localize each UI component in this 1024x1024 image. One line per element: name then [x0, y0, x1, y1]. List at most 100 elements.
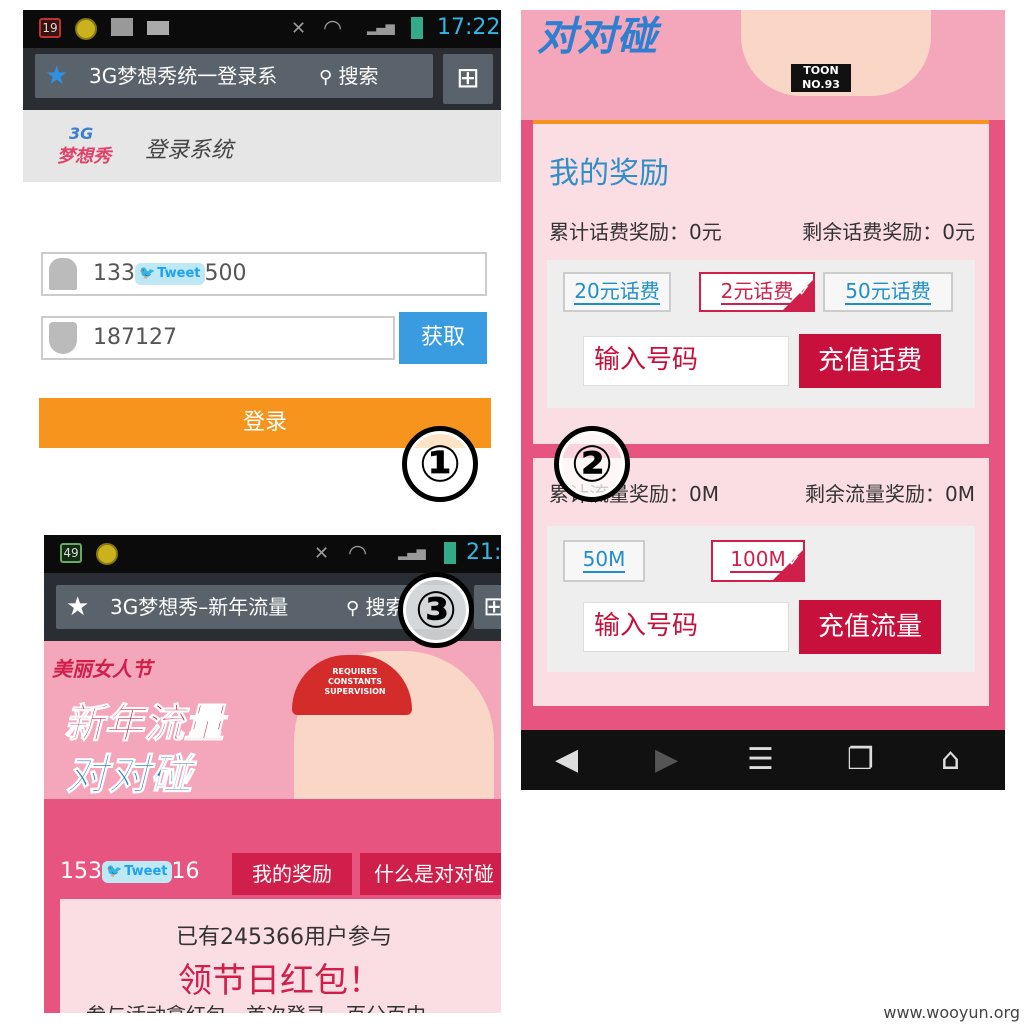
back-icon[interactable]: ◀	[555, 742, 578, 777]
twitter-bird-icon: 🐦	[139, 266, 156, 281]
bookmark-star-icon[interactable]: ★	[45, 54, 68, 98]
tab-what-is[interactable]: 什么是对对碰	[360, 853, 501, 895]
shield-icon	[49, 322, 77, 354]
tweet-badge[interactable]: 🐦 Tweet	[135, 263, 205, 285]
cap-text: REQUIRES CONSTANTS SUPERVISION	[324, 667, 386, 696]
windows-icon[interactable]: ❐	[847, 742, 874, 777]
mail-icon	[147, 21, 169, 35]
panel-login: 19 ✕ ◠ ▂▄▆ 17:22 ★ 3G梦想秀统一登录系 ⚲ 搜索 ⊞ 3G …	[23, 10, 501, 450]
page-title: 3G梦想秀统一登录系	[89, 64, 278, 88]
tweet-label: Tweet	[157, 266, 201, 281]
login-header: 3G 梦想秀 登录系统	[23, 110, 501, 182]
address-bar: ★ 3G梦想秀统一登录系 ⚲ 搜索 ⊞	[23, 48, 501, 110]
phone-prefix: 153	[60, 859, 102, 884]
wifi-icon: ◠	[323, 15, 343, 41]
header-title: 登录系统	[145, 138, 234, 163]
campaign-card: 已有245366用户参与 领节日红包！ 参与活动拿红包，首次登录，百分百中	[60, 899, 501, 1013]
forward-icon[interactable]: ▶	[655, 742, 678, 777]
code-value: 187127	[93, 325, 177, 350]
tabs-grid-button[interactable]: ⊞	[443, 54, 493, 104]
banner-line3: 对对碰	[65, 750, 193, 800]
search-icon: ⚲	[319, 67, 333, 88]
data-remaining: 剩余流量奖励：0M	[805, 482, 975, 506]
data-options-box: 50M 100M ✓ 输入号码 充值流量	[547, 526, 975, 672]
section-title: 我的奖励	[549, 156, 669, 191]
logo: 3G 梦想秀	[47, 120, 137, 170]
option-2-yuan[interactable]: 2元话费 ✓	[699, 272, 815, 312]
page-title: 3G梦想秀–新年流量	[110, 595, 289, 619]
search-label: 搜索	[338, 64, 379, 88]
option-50m[interactable]: 50M	[563, 540, 645, 582]
home-icon[interactable]: ⌂	[941, 742, 960, 777]
banner-line1: 美丽女人节	[52, 657, 152, 681]
phone-number-input[interactable]: 输入号码	[583, 336, 789, 386]
notification-badge-icon: 19	[39, 18, 61, 38]
phone-prefix: 133	[93, 261, 135, 286]
search-button[interactable]: ⚲ 搜索	[319, 54, 379, 100]
bookmark-star-icon[interactable]: ★	[66, 585, 89, 629]
mute-icon: ✕	[314, 542, 330, 564]
phone-suffix: 500	[204, 261, 247, 286]
check-icon: ✓	[787, 551, 801, 570]
check-icon: ✓	[797, 281, 811, 300]
image-icon	[111, 18, 133, 36]
marker-2: ②	[554, 426, 630, 502]
wifi-icon: ◠	[348, 540, 368, 566]
user-row: 153 🐦 Tweet 16 我的奖励 什么是对对碰	[44, 851, 501, 897]
headline: 领节日红包！	[178, 961, 382, 1001]
tweet-label: Tweet	[124, 864, 168, 879]
notification-badge-icon: 49	[60, 543, 82, 563]
marker-3: ③	[398, 572, 474, 648]
option-label: 50M	[582, 547, 626, 573]
code-field[interactable]: 187127	[41, 316, 395, 360]
panel-rewards: 对对碰 TOON NO.93 我的奖励 累计话费奖励：0元 剩余话费奖励：0元 …	[521, 10, 1005, 790]
participants-text: 已有245366用户参与	[176, 925, 392, 950]
bottom-nav: ◀ ▶ ☰ ❐ ⌂	[521, 730, 1005, 790]
watermark: www.wooyun.org	[883, 1003, 1020, 1022]
recharge-data-button[interactable]: 充值流量	[799, 600, 941, 654]
data-number-input[interactable]: 输入号码	[583, 602, 789, 652]
option-100m[interactable]: 100M ✓	[711, 540, 805, 582]
mute-icon: ✕	[291, 17, 307, 39]
battery-icon	[444, 542, 456, 564]
phone-total: 累计话费奖励：0元	[549, 220, 722, 244]
search-button[interactable]: ⚲ 搜索	[346, 585, 406, 631]
phone-field[interactable]: 133 🐦 Tweet 500	[41, 252, 487, 296]
phone-remaining: 剩余话费奖励：0元	[802, 220, 975, 244]
tweet-badge[interactable]: 🐦 Tweet	[102, 861, 172, 883]
option-20-yuan[interactable]: 20元话费	[563, 272, 671, 312]
status-bar: 19 ✕ ◠ ▂▄▆ 17:22	[23, 10, 501, 48]
marker-1: ①	[402, 426, 478, 502]
option-label: 50元话费	[845, 279, 931, 305]
signal-icon: ▂▄▆	[367, 21, 395, 35]
app-coin-icon	[96, 543, 118, 565]
option-50-yuan[interactable]: 50元话费	[823, 272, 953, 312]
status-bar: 49 ✕ ◠ ▂▄▆ 21:	[44, 535, 501, 573]
phone-value: 133 🐦 Tweet 500	[93, 261, 247, 286]
twitter-bird-icon: 🐦	[106, 864, 123, 879]
campaign-banner: 美丽女人节 新年流量 对对碰 REQUIRES CONSTANTS SUPERV…	[44, 641, 501, 800]
user-phone: 153 🐦 Tweet 16	[60, 859, 200, 884]
banner-strip: 对对碰 TOON NO.93	[521, 10, 1005, 120]
menu-icon[interactable]: ☰	[747, 742, 774, 777]
app-coin-icon	[75, 18, 97, 40]
clock-text: 17:22	[437, 14, 501, 40]
input-placeholder: 输入号码	[594, 611, 699, 641]
subline: 参与活动拿红包，首次登录，百分百中	[86, 999, 426, 1013]
input-placeholder: 输入号码	[594, 345, 699, 375]
search-icon: ⚲	[346, 598, 360, 619]
phone-suffix: 16	[171, 859, 200, 884]
logo-top: 3G	[69, 124, 94, 143]
recharge-phone-button[interactable]: 充值话费	[799, 334, 941, 388]
option-label: 20元话费	[574, 279, 660, 305]
tabs-grid-button[interactable]: ⊞	[474, 585, 501, 629]
clock-text: 21:	[466, 539, 501, 565]
url-field[interactable]: ★ 3G梦想秀统一登录系 ⚲ 搜索	[35, 54, 433, 98]
battery-icon	[411, 17, 423, 39]
logo-bottom: 梦想秀	[57, 146, 111, 167]
get-code-button[interactable]: 获取	[399, 312, 487, 364]
signal-icon: ▂▄▆	[398, 546, 426, 560]
phone-options-box: 20元话费 2元话费 ✓ 50元话费 输入号码 充值话费	[547, 260, 975, 408]
tab-my-rewards[interactable]: 我的奖励	[232, 853, 352, 895]
phone-reward-card: 我的奖励 累计话费奖励：0元 剩余话费奖励：0元 20元话费 2元话费 ✓ 50元…	[533, 120, 989, 444]
